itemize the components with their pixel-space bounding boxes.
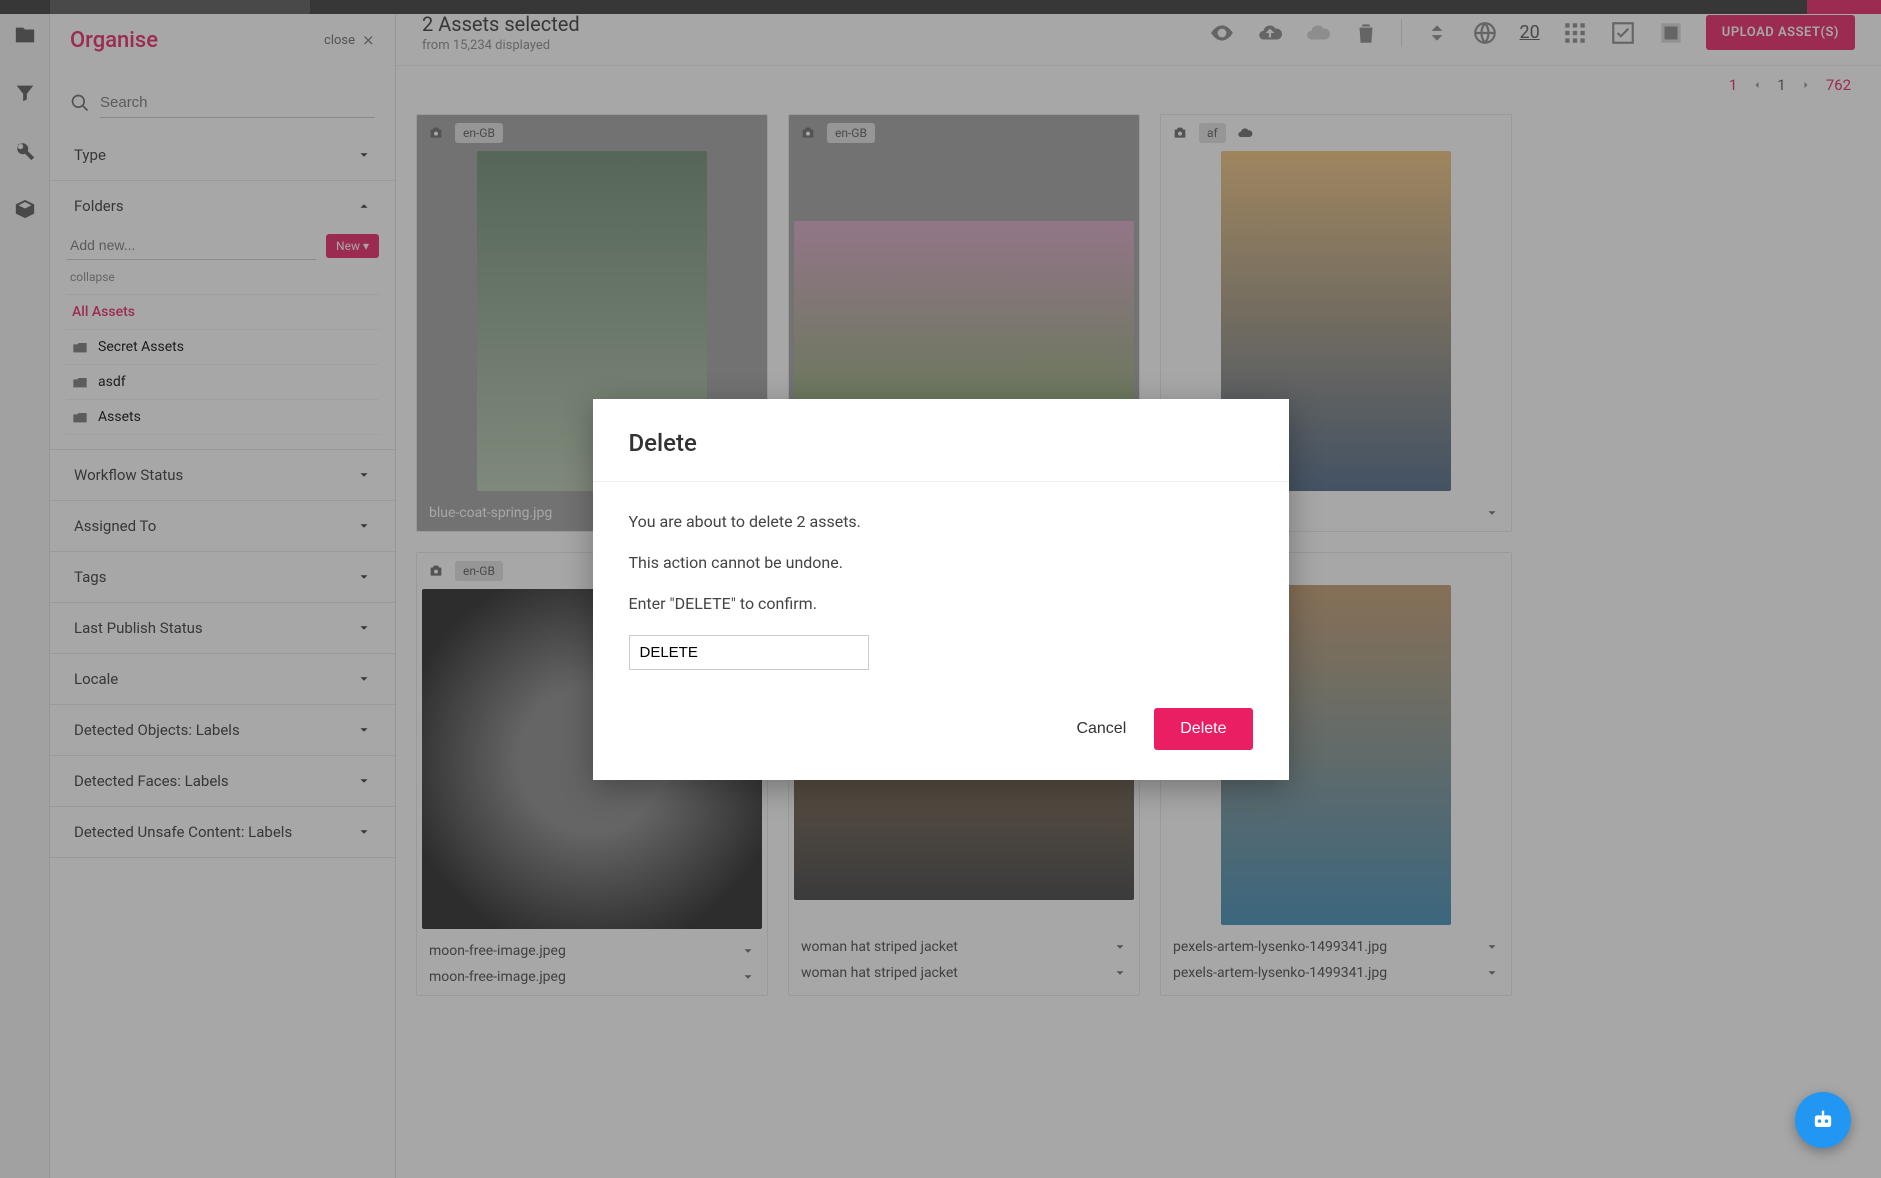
delete-modal: Delete You are about to delete 2 assets.… bbox=[593, 399, 1289, 780]
chat-fab[interactable] bbox=[1795, 1092, 1851, 1148]
modal-line1: You are about to delete 2 assets. bbox=[629, 512, 1253, 531]
modal-line2: This action cannot be undone. bbox=[629, 553, 1253, 572]
cancel-button[interactable]: Cancel bbox=[1076, 720, 1126, 738]
modal-overlay: Delete You are about to delete 2 assets.… bbox=[0, 0, 1881, 1178]
delete-button[interactable]: Delete bbox=[1154, 708, 1252, 750]
confirm-input[interactable] bbox=[629, 635, 869, 670]
modal-title: Delete bbox=[629, 429, 1253, 457]
modal-line3: Enter "DELETE" to confirm. bbox=[629, 594, 1253, 613]
bot-icon bbox=[1809, 1106, 1837, 1134]
